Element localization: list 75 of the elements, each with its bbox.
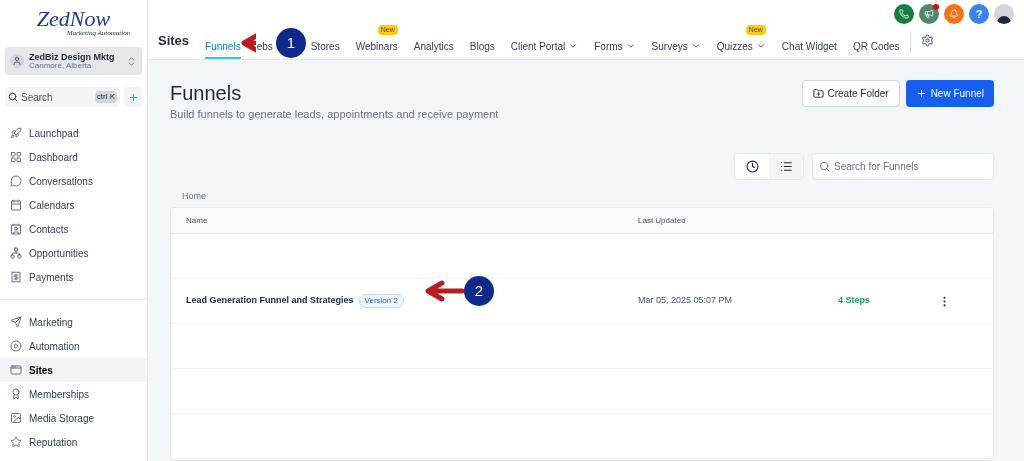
section-title: Sites [158,31,190,50]
sidebar-item[interactable]: Payments [0,265,147,289]
image-icon [10,412,22,424]
shortcut-hint: ctrl K [94,91,117,103]
column-header: Last Updated [638,214,686,227]
search-icon [819,160,830,172]
sidebar-item[interactable]: Reputation [0,430,147,454]
chevrons-icon [126,55,137,67]
arrow-icon [424,280,464,302]
nav-tab[interactable]: Blogs [469,37,495,59]
star-icon [10,436,22,448]
contact-card-icon [10,223,22,235]
nav-tab[interactable]: Quizzes [716,37,766,59]
grid-icon [10,151,22,163]
sidebar-item[interactable]: Dashboard [0,145,147,169]
nav-tab[interactable]: Stores [310,37,340,59]
updated-date: Mar 05, 2025 05:07 PM [638,294,734,308]
sidebar-item[interactable]: Media Storage [0,406,147,430]
version-badge: Version 2 [358,294,404,308]
nav-tab[interactable]: Webinars [355,37,398,59]
list-view-icon[interactable] [769,153,803,179]
account-location: Canmore, Alberta [29,61,93,70]
page-title: Funnels [170,81,243,106]
nodes-icon [10,247,22,259]
nav-tab[interactable]: ebs [256,37,273,59]
rocket-icon [10,127,22,139]
megaphone-icon[interactable] [919,4,939,24]
play-icon [10,340,22,352]
settings-icon[interactable] [920,33,934,47]
sidebar-item[interactable]: Opportunities [0,241,147,265]
receipt-icon [10,271,22,283]
send-icon [10,316,22,328]
chat-bubble-icon [10,175,22,187]
logo-title: ZedNow [36,7,111,30]
nav-tab[interactable]: QR Codes [852,37,900,59]
sidebar-item[interactable]: Launchpad [0,121,147,145]
funnel-name[interactable]: Lead Generation Funnel and Strategies [186,294,354,308]
account-icon [10,54,24,68]
column-header: Name [185,214,209,227]
help-button[interactable]: ? [969,4,989,24]
folder-plus-icon [812,88,824,99]
page-subtitle: Build funnels to generate leads, appointments and receive payment [170,107,499,122]
create-folder-button[interactable]: Create Folder [801,80,900,107]
phone-icon[interactable] [894,4,914,24]
breadcrumb: Home [182,189,207,203]
nav-tab[interactable]: Funnels [205,37,241,59]
nav-tab[interactable]: Surveys [651,37,701,59]
new-funnel-button[interactable]: New Funnel [905,80,994,107]
nav-tab[interactable]: Forms [594,37,636,59]
account-switcher[interactable]: ZedBiz Design Mktg Canmore, Alberta [5,47,142,75]
search-field[interactable]: Search ctrl K [5,87,120,107]
search-input[interactable]: Search [21,89,92,105]
avatar-icon[interactable] [994,4,1014,24]
award-icon [10,388,22,400]
steps-count: 4 Steps [838,294,871,308]
sidebar-item[interactable]: Conversations [0,169,147,193]
sidebar-item[interactable]: Calendars [0,193,147,217]
nav-tab[interactable]: Chat Widget [781,37,837,59]
sidebar-item[interactable]: Sites [0,358,147,382]
sidebar-item[interactable]: Marketing [0,310,147,334]
bell-icon[interactable] [944,4,964,24]
arrow-icon [240,32,256,54]
sidebar-item[interactable]: Contacts [0,217,147,241]
plus-icon [915,88,927,99]
plus-icon [127,91,139,103]
nav-tab[interactable]: Analytics [413,37,454,59]
sidebar-item[interactable]: Automation [0,334,147,358]
nav-tab[interactable]: Client Portal [510,37,579,59]
funnel-search-field[interactable]: Search for Funnels [812,152,994,180]
search-input[interactable]: Search for Funnels [834,158,987,174]
browser-window-icon [10,364,22,376]
search-icon [8,92,18,102]
calendar-icon [10,199,22,211]
sidebar-item[interactable]: Memberships [0,382,147,406]
account-name: ZedBiz Design Mktg [29,52,116,62]
